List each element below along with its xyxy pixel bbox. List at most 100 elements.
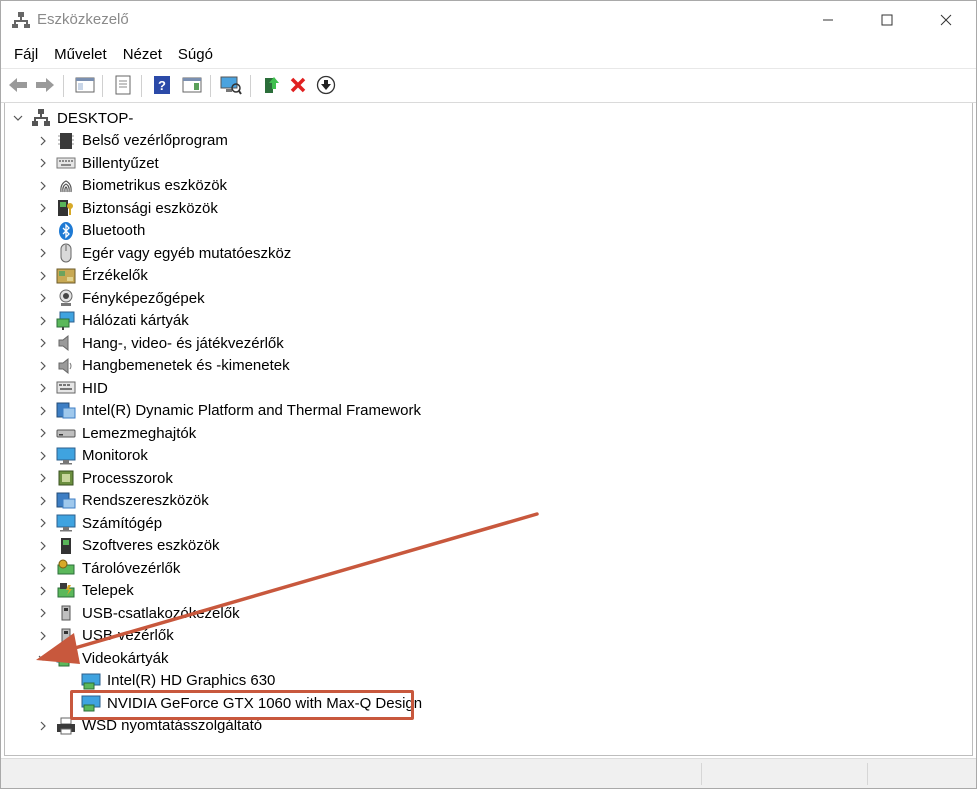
chevron-right-icon [40,181,46,190]
tree-category[interactable]: Számítógép [38,512,162,534]
tree-root-computer[interactable]: DESKTOP- [13,107,133,129]
tree-item-label: Szoftveres eszközök [82,537,220,554]
expand-chevron[interactable] [38,518,48,528]
collapse-chevron[interactable] [13,113,23,123]
disable-device-icon[interactable] [315,74,337,96]
tree-item-label: Hálózati kártyák [82,312,189,329]
tree-category[interactable]: Monitorok [38,445,148,467]
tree-category[interactable]: HID [38,377,108,399]
maximize-icon [881,14,893,26]
tree-category[interactable]: USB-csatlakozókezelők [38,602,240,624]
tree-category[interactable]: Érzékelők [38,265,148,287]
tree-category[interactable]: Videokártyák [38,647,168,669]
expand-chevron[interactable] [38,181,48,191]
tree-category[interactable]: Rendszereszközök [38,490,209,512]
device-tree: DESKTOP- Belső vezérlőprogram Billentyűzet… [4,103,973,756]
expand-chevron[interactable] [38,631,48,641]
tree-category[interactable]: Tárolóvezérlők [38,557,180,579]
uninstall-icon[interactable] [287,74,309,96]
chevron-right-icon [40,136,46,145]
tree-category[interactable]: Telepek [38,580,134,602]
tree-category[interactable]: Biztonsági eszközök [38,197,218,219]
collapse-chevron[interactable] [38,653,48,663]
tree-item-label: Hang-, video- és játékvezérlők [82,334,284,352]
tree-item-label: Lemezmeghajtók [82,424,197,442]
maximize-button[interactable] [858,1,916,39]
expand-chevron[interactable] [38,451,48,461]
tree-item-label: HID [82,379,108,397]
expand-chevron[interactable] [38,608,48,618]
chevron-right-icon [40,721,46,730]
show-hide-console-tree-icon[interactable] [74,74,96,96]
scan-hardware-icon[interactable] [220,74,242,96]
tree-category[interactable]: Fényképezőgépek [38,287,205,309]
expand-chevron[interactable] [38,271,48,281]
tree-category[interactable]: Biometrikus eszközök [38,175,227,197]
expand-chevron[interactable] [38,338,48,348]
minimize-button[interactable] [799,1,857,39]
tree-item-label: Érzékelők [82,267,148,284]
tree-device[interactable]: Intel(R) HD Graphics 630 [77,670,275,692]
tree-item-label: Rendszereszközök [82,492,209,509]
tree-category[interactable]: Egér vagy egyéb mutatóeszköz [38,242,291,264]
expand-chevron[interactable] [38,721,48,731]
expand-chevron[interactable] [38,541,48,551]
root [31,108,51,128]
expand-chevron[interactable] [38,383,48,393]
chevron-right-icon [40,316,46,325]
expand-chevron[interactable] [38,158,48,168]
expand-chevron[interactable] [38,473,48,483]
device-manager-app-icon [12,11,30,29]
tree-category[interactable]: Bluetooth [38,220,145,242]
menu-help[interactable]: Súgó [170,44,221,65]
tree-category[interactable]: Lemezmeghajtók [38,422,196,444]
tree-item-label: Biometrikus eszközök [82,177,228,194]
svg-text:?: ? [158,78,166,93]
chevron-right-icon [40,518,46,528]
chevron-right-icon [40,586,46,595]
toolbar-separator [102,75,103,97]
expand-chevron[interactable] [38,293,48,303]
forward-icon[interactable] [34,74,56,96]
tree-category[interactable]: Hálózati kártyák [38,310,189,332]
chevron-right-icon [40,563,46,573]
tree-category[interactable]: Billentyűzet [38,152,159,174]
tree-item-label: DESKTOP- [57,109,134,127]
tree-category[interactable]: Hang-, video- és játékvezérlők [38,332,284,354]
tree-category[interactable]: Intel(R) Dynamic Platform and Thermal Fr… [38,400,421,422]
expand-chevron[interactable] [38,226,48,236]
expand-chevron[interactable] [38,563,48,573]
action-pane-icon[interactable] [181,74,203,96]
chevron-right-icon [40,271,46,280]
update-driver-icon[interactable] [260,74,282,96]
tree-category[interactable]: Szoftveres eszközök [38,535,220,557]
expand-chevron[interactable] [38,136,48,146]
expand-chevron[interactable] [38,586,48,596]
menu-file[interactable]: Fájl [6,44,46,65]
tree-category[interactable]: Hangbemenetek és -kimenetek [38,355,290,377]
help-icon[interactable]: ? [151,74,173,96]
expand-chevron[interactable] [38,406,48,416]
tree-item-label: USB-csatlakozókezelők [82,604,240,622]
tree-item-label: Egér vagy egyéb mutatóeszköz [82,244,292,262]
tree-category[interactable]: USB-vezérlők [38,625,174,647]
chevron-right-icon [40,541,46,550]
expand-chevron[interactable] [38,248,48,258]
toolbar-separator [141,75,142,97]
chevron-right-icon [40,451,46,460]
expand-chevron[interactable] [38,361,48,371]
tree-category[interactable]: Processzorok [38,467,173,489]
status-bar [1,758,976,788]
usb-controller-icon [56,626,76,646]
back-icon[interactable] [7,74,29,96]
expand-chevron[interactable] [38,203,48,213]
close-button[interactable] [917,1,975,39]
expand-chevron[interactable] [38,316,48,326]
expand-chevron[interactable] [38,428,48,438]
properties-icon[interactable] [112,74,134,96]
chevron-right-icon [40,496,46,505]
menu-action[interactable]: Művelet [46,44,115,65]
menu-view[interactable]: Nézet [115,44,170,65]
tree-category[interactable]: Belső vezérlőprogram [38,130,228,152]
expand-chevron[interactable] [38,496,48,506]
